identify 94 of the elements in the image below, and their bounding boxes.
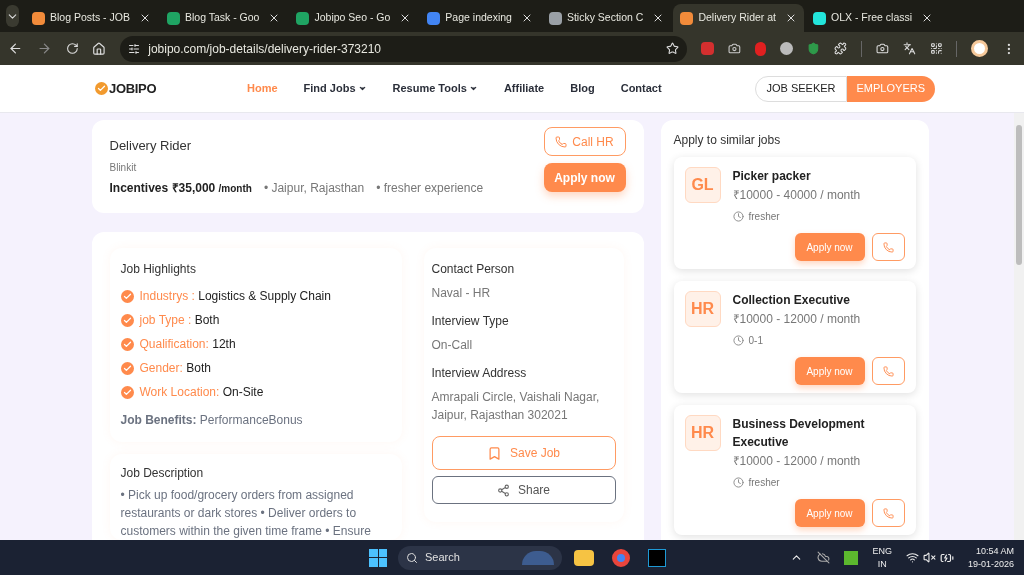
company-name: Blinkit	[109, 161, 138, 176]
salary-text: ₹10000 - 40000 / month	[732, 187, 861, 204]
tab-title: Blog Posts - JOB	[50, 10, 131, 26]
shield-icon[interactable]	[807, 42, 821, 55]
home-icon[interactable]	[92, 41, 107, 56]
highlight-text: job Type : Both	[139, 312, 220, 329]
folder-icon[interactable]	[574, 549, 594, 566]
field-label: Interview Type	[431, 313, 510, 330]
job-title: Business Development Executive	[732, 416, 866, 451]
clock-icon	[732, 335, 744, 346]
job-seeker-button[interactable]: JOB SEEKER	[755, 75, 847, 102]
browser-tab[interactable]: Page indexing	[420, 4, 540, 32]
tab-title: Sticky Section C	[566, 10, 645, 26]
field-value: On-Call	[431, 337, 474, 354]
salary-text: ₹10000 - 12000 / month	[732, 453, 862, 470]
section-heading: Job Description	[120, 465, 205, 482]
region-text[interactable]: IN	[877, 557, 887, 571]
windows-start-icon[interactable]	[369, 548, 387, 567]
forward-icon[interactable]	[36, 41, 52, 56]
section-heading: Job Highlights	[120, 261, 197, 278]
panel-title: Apply to similar jobs	[673, 132, 782, 149]
profile-avatar-icon[interactable]	[971, 40, 989, 57]
browser-tab[interactable]: Blog Task - Goo	[159, 4, 288, 32]
highlight-text: Qualification: 12th	[139, 336, 236, 353]
company-initials: HR	[684, 291, 721, 327]
tab-title: Jobipo Seo - Go	[314, 10, 392, 26]
field-label: Interview Address	[431, 365, 528, 382]
wifi-icon[interactable]	[905, 551, 919, 564]
company-initials: GL	[684, 167, 721, 203]
share-button[interactable]: Share	[431, 476, 616, 504]
address-bar[interactable]: jobipo.com/job-details/delivery-rider-373210	[120, 35, 687, 62]
clock-icon	[732, 477, 744, 488]
tab-title: Page indexing	[445, 10, 513, 26]
back-icon[interactable]	[8, 41, 23, 56]
browser-tab[interactable]: OLX - Free classi	[806, 4, 941, 32]
lens-icon[interactable]	[875, 42, 889, 55]
browser-tab[interactable]: Blog Posts - JOB	[25, 4, 158, 32]
field-value: Naval - HR	[431, 285, 492, 302]
phone-icon	[882, 507, 894, 519]
tab-title: OLX - Free classi	[831, 10, 914, 26]
camera-icon[interactable]	[727, 42, 741, 55]
experience-text: fresher	[748, 210, 780, 224]
phone-icon	[555, 135, 568, 148]
share-icon	[497, 483, 510, 497]
tab-title: Delivery Rider at	[698, 10, 777, 26]
job-title: Delivery Rider	[109, 136, 193, 155]
bookmark-icon	[486, 445, 502, 461]
language-text[interactable]: ENG	[872, 544, 892, 558]
experience-text: fresher	[748, 476, 780, 490]
job-title: Collection Executive	[732, 292, 851, 309]
scrollbar[interactable]	[1014, 113, 1024, 540]
translate-icon[interactable]	[902, 42, 916, 55]
tab-title: Blog Task - Goo	[184, 10, 261, 26]
extensions-icon[interactable]	[834, 42, 847, 55]
nav-link[interactable]: Find Jobs	[303, 80, 367, 97]
phone-icon	[882, 365, 894, 377]
reload-icon[interactable]	[65, 42, 79, 55]
browser-tab[interactable]: Jobipo Seo - Go	[289, 4, 419, 32]
qr-code-icon[interactable]	[929, 42, 943, 55]
tab-search-button[interactable]	[6, 5, 19, 27]
location-text: • Jaipur, Rajasthan	[263, 180, 365, 198]
clock-time[interactable]: 10:54 AM	[975, 544, 1014, 558]
salary-text: Incentives ₹35,000 /month	[109, 180, 252, 198]
nav-link[interactable]: Contact	[620, 80, 662, 97]
company-initials: HR	[684, 415, 721, 451]
jobipo-logo[interactable]: JOBIPO	[95, 78, 247, 99]
field-label: Contact Person	[431, 261, 516, 278]
url-text: jobipo.com/job-details/delivery-rider-373210	[148, 40, 383, 58]
highlight-text: Gender: Both	[139, 360, 211, 377]
search-icon	[406, 551, 418, 564]
highlight-text: Work Location: On-Site	[139, 384, 264, 401]
nav-link[interactable]: Resume Tools	[392, 80, 478, 97]
clock-icon	[732, 211, 744, 222]
mute-icon[interactable]	[922, 551, 936, 564]
bookmark-star-icon[interactable]	[665, 42, 679, 55]
taskbar-search-field[interactable]: Search	[398, 545, 562, 570]
experience-text: • fresher experience	[376, 180, 484, 198]
salary-text: ₹10000 - 12000 / month	[732, 311, 861, 328]
clock-date[interactable]: 19-01-2026	[967, 557, 1014, 571]
nav-link[interactable]: Blog	[570, 80, 595, 97]
site-info-icon[interactable]	[128, 42, 141, 55]
experience-text: 0-1	[748, 334, 763, 348]
benefits-text: Job Benefits: PerformanceBonus	[120, 412, 304, 429]
nav-link[interactable]: Affiliate	[503, 80, 545, 97]
browser-tab[interactable]: Sticky Section C	[541, 4, 672, 32]
cloud-off-icon[interactable]	[817, 551, 831, 564]
highlight-text: Industrys : Logistics & Supply Chain	[139, 288, 331, 305]
job-title: Picker packer	[732, 168, 812, 185]
field-value: Amrapali Circle, Vaishali Nagar, Jaipur, Rajasthan 302021	[431, 389, 601, 424]
phone-icon	[882, 241, 894, 253]
browser-tab[interactable]: Delivery Rider at	[673, 4, 804, 32]
close-icon[interactable]	[785, 12, 797, 24]
description-text: • Pick up food/grocery orders from assigned restaurants or dark stores • Deliver orders to customers within the given time frame • Ensure	[120, 487, 372, 540]
app-icon[interactable]	[648, 548, 666, 567]
